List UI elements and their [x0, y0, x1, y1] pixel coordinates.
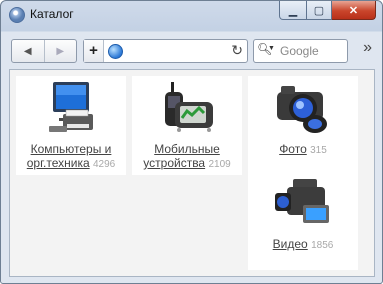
catalog-item-label: Видео 1856	[248, 237, 358, 253]
search-box[interactable]: 🔍︎ ▼ Google	[253, 39, 348, 63]
forward-arrow-icon: ▶	[56, 45, 65, 57]
catalog-page: Компьютеры и орг.техника 4296 Мобильные …	[9, 69, 375, 277]
close-icon: ✕	[348, 4, 359, 17]
back-button[interactable]: ◀	[12, 40, 44, 62]
computer-icon	[49, 82, 93, 132]
catalog-item-label: Мобильные устройства 2109	[132, 142, 242, 172]
item-count: 315	[310, 145, 327, 156]
mobile-device-icon	[165, 82, 213, 132]
maximize-button[interactable]: ▢	[307, 1, 332, 20]
forward-button[interactable]: ▶	[43, 40, 77, 62]
catalog-item-label: Фото 315	[248, 142, 358, 158]
maximize-icon: ▢	[313, 4, 325, 17]
browser-toolbar: ◀ ▶ + ↻ 🔍︎ ▼ Google »	[9, 36, 374, 66]
minimize-icon: ▁	[288, 4, 298, 17]
close-button[interactable]: ✕	[332, 1, 376, 20]
globe-icon	[108, 44, 123, 59]
address-bar[interactable]: + ↻	[83, 39, 248, 63]
catalog-item-label: Компьютеры и орг.техника 4296	[16, 142, 126, 172]
add-bookmark-button[interactable]: +	[84, 40, 104, 62]
more-tools-icon[interactable]: »	[363, 39, 372, 57]
item-count: 4296	[92, 159, 116, 170]
search-engine-dropdown-icon[interactable]: ▼	[268, 45, 275, 52]
mobile-link-line2[interactable]: устройства	[143, 156, 205, 170]
navigation-buttons: ◀ ▶	[11, 39, 77, 63]
browser-app-icon	[9, 7, 25, 23]
mobile-link[interactable]: Мобильные	[154, 142, 220, 156]
item-count: 2109	[208, 159, 231, 170]
minimize-button[interactable]: ▁	[279, 1, 307, 20]
catalog-item-computers[interactable]: Компьютеры и орг.техника 4296	[16, 76, 126, 175]
video-camera-icon	[275, 179, 329, 223]
photo-link[interactable]: Фото	[279, 142, 307, 156]
catalog-item-mobile[interactable]: Мобильные устройства 2109	[132, 76, 242, 175]
computers-link[interactable]: Компьютеры и	[31, 142, 112, 156]
camera-icon	[277, 86, 327, 133]
window-controls: ▁ ▢ ✕	[279, 1, 376, 20]
back-arrow-icon: ◀	[23, 45, 32, 57]
item-count: 1856	[311, 240, 334, 251]
title-bar: Каталог ▁ ▢ ✕	[1, 1, 382, 29]
window-title: Каталог	[30, 7, 74, 21]
video-link[interactable]: Видео	[273, 237, 308, 251]
computers-link-line2[interactable]: орг.техника	[27, 156, 90, 170]
catalog-item-video[interactable]: Видео 1856	[248, 171, 358, 270]
catalog-item-photo[interactable]: Фото 315	[248, 76, 358, 175]
plus-icon: +	[89, 42, 98, 59]
reload-icon[interactable]: ↻	[231, 42, 243, 59]
search-placeholder: Google	[280, 44, 319, 58]
browser-window: Каталог ▁ ▢ ✕ ◀ ▶ + ↻ 🔍︎ ▼ Google » Комп…	[0, 0, 383, 284]
